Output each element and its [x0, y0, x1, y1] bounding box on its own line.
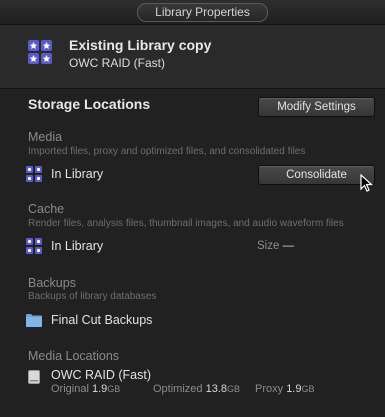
- proxy-value: 1.9: [286, 383, 302, 395]
- backups-title: Backups: [28, 276, 76, 290]
- proxy-stat: Proxy 1.9GB: [255, 383, 315, 395]
- proxy-unit: GB: [301, 384, 315, 394]
- mouse-cursor-icon: [360, 174, 374, 192]
- cache-size: Size —: [257, 240, 294, 252]
- media-drive-name: OWC RAID (Fast): [51, 368, 151, 382]
- cache-size-label: Size: [257, 240, 280, 252]
- backups-location: Final Cut Backups: [51, 313, 153, 327]
- optimized-stat: Optimized 13.8GB: [153, 383, 240, 395]
- library-icon: [26, 238, 42, 254]
- media-locations-title: Media Locations: [28, 349, 120, 363]
- consolidate-button[interactable]: Consolidate: [258, 165, 375, 185]
- cache-size-value: —: [282, 240, 295, 252]
- original-label: Original: [51, 383, 89, 395]
- media-drive-stats: Original 1.9GB: [51, 383, 120, 395]
- drive-icon: [28, 370, 40, 384]
- library-location: OWC RAID (Fast): [69, 56, 165, 70]
- modify-settings-button[interactable]: Modify Settings: [258, 97, 375, 117]
- original-unit: GB: [107, 384, 121, 394]
- library-name: Existing Library copy: [69, 37, 212, 53]
- original-value: 1.9: [91, 383, 108, 395]
- media-location: In Library: [51, 167, 104, 181]
- proxy-label: Proxy: [255, 383, 284, 395]
- cache-description: Render files, analysis files, thumbnail …: [28, 218, 344, 229]
- backups-description: Backups of library databases: [28, 291, 157, 302]
- library-icon: [28, 40, 52, 64]
- media-description: Imported files, proxy and optimized file…: [28, 146, 306, 157]
- cache-location: In Library: [51, 239, 104, 253]
- library-icon: [26, 166, 42, 182]
- library-header: [0, 25, 385, 89]
- title-bar: Library Properties: [0, 0, 385, 25]
- cache-title: Cache: [28, 202, 65, 216]
- optimized-value: 13.8: [205, 383, 228, 395]
- optimized-unit: GB: [227, 384, 241, 394]
- media-title: Media: [28, 130, 63, 144]
- window-title: Library Properties: [137, 3, 268, 22]
- folder-icon: [26, 314, 42, 327]
- storage-locations-title: Storage Locations: [28, 96, 151, 112]
- optimized-label: Optimized: [153, 383, 203, 395]
